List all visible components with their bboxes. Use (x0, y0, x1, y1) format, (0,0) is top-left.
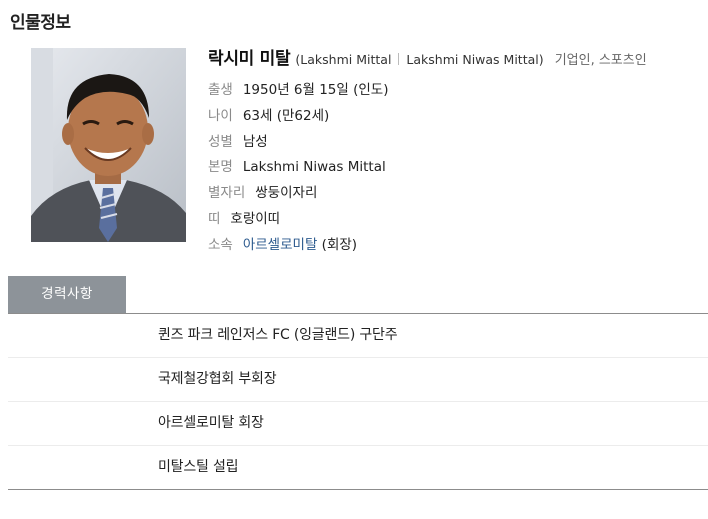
section-title: 인물정보 (10, 13, 71, 33)
info-row-affiliation: 소속 아르셀로미탈 (회장) (208, 233, 708, 259)
affiliation-link[interactable]: 아르셀로미탈 (243, 237, 318, 253)
info-value: 쌍둥이자리 (255, 185, 318, 202)
list-item: 퀸즈 파크 레인저스 FC (잉글랜드) 구단주 (158, 327, 398, 343)
info-row-chinese-zodiac: 띠 호랑이띠 (208, 207, 708, 233)
info-label: 띠 (208, 210, 221, 227)
list-item: 국제철강협회 부회장 (8, 357, 708, 401)
info-value: 63세 (만62세) (242, 107, 330, 124)
info-label: 출생 (208, 82, 233, 98)
name-line: 락시미 미탈 (Lakshmi Mittal Lakshmi Niwas Mitt… (208, 46, 708, 72)
info-row-age: 나이 63세 (만62세) (208, 104, 708, 130)
info-label: 성별 (208, 133, 233, 150)
info-row-zodiac: 별자리 쌍둥이자리 (208, 181, 708, 207)
portrait-image (31, 48, 186, 242)
list-item: 아르셀로미탈 회장 (8, 401, 708, 445)
info-label: 본명 (208, 159, 233, 176)
affiliation-role: (회장) (321, 236, 358, 253)
career-list: 퀸즈 파크 레인저스 FC (잉글랜드) 구단주 국제철강협회 부회장 아르셀로… (8, 314, 708, 490)
info-label: 나이 (208, 107, 233, 124)
profile-photo (31, 48, 186, 242)
info-label: 소속 (208, 236, 233, 253)
occupation: 기업인, 스포츠인 (554, 53, 647, 68)
name-korean: 락시미 미탈 (208, 49, 291, 69)
info-value: Lakshmi Niwas Mittal (242, 159, 386, 176)
tab-career[interactable]: 경력사항 (8, 276, 126, 313)
profile-info: 락시미 미탈 (Lakshmi Mittal Lakshmi Niwas Mitt… (208, 46, 708, 259)
info-row-birth: 출생 1950년 6월 15일 (인도) (208, 78, 708, 104)
list-item: 미탈스틸 설립 (8, 445, 708, 489)
info-list: 출생 1950년 6월 15일 (인도) 나이 63세 (만62세) 성별 남성 본명… (208, 78, 708, 259)
name-full-english: Lakshmi Niwas Mittal) (406, 52, 544, 67)
info-value: 1950년 6월 15일 (인도) (242, 82, 389, 98)
info-value: 남성 (242, 133, 268, 150)
info-row-real-name: 본명 Lakshmi Niwas Mittal (208, 155, 708, 181)
name-divider (398, 53, 400, 65)
name-english: (Lakshmi Mittal (295, 52, 392, 67)
info-label: 별자리 (208, 185, 246, 202)
info-value: 호랑이띠 (230, 210, 281, 227)
tab-bar: 경력사항 (8, 276, 708, 314)
info-row-gender: 성별 남성 (208, 130, 708, 156)
